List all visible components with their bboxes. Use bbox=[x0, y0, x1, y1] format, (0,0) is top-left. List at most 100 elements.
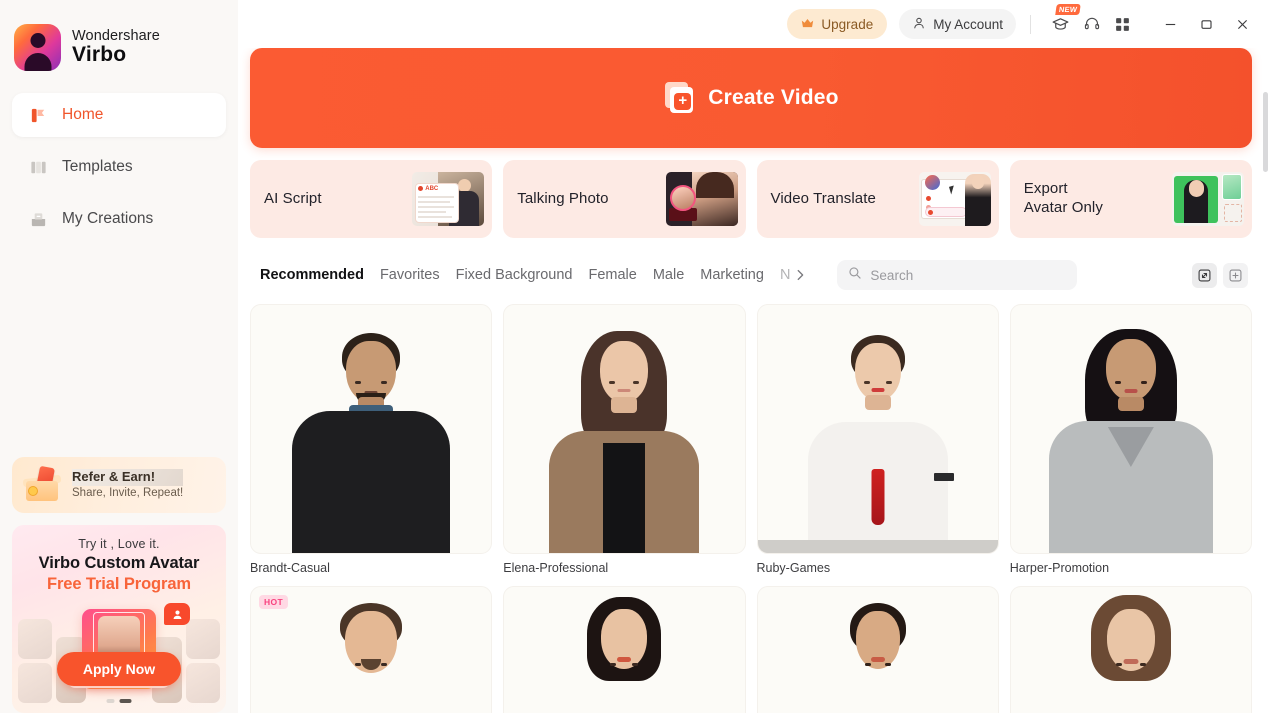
avatar-card-elena-professional[interactable] bbox=[503, 304, 746, 554]
brand-product-name: Virbo bbox=[72, 43, 127, 67]
tab-favorites[interactable]: Favorites bbox=[380, 267, 456, 283]
trial-promo-line1: Try it , Love it. bbox=[78, 537, 160, 551]
avatar-cell bbox=[756, 586, 999, 713]
main-area: Upgrade My Account NEW + Create Video AI… bbox=[238, 0, 1274, 713]
apps-grid-icon[interactable] bbox=[1107, 9, 1138, 40]
crown-icon bbox=[801, 17, 814, 32]
my-account-label: My Account bbox=[933, 16, 1003, 32]
content-scrollbar[interactable] bbox=[1263, 92, 1268, 172]
tab-marketing[interactable]: Marketing bbox=[700, 267, 780, 283]
avatar-figure bbox=[757, 305, 998, 553]
apply-now-button[interactable]: Apply Now bbox=[57, 652, 181, 686]
avatar-cell bbox=[1009, 586, 1252, 713]
talking-photo-thumb bbox=[665, 172, 738, 226]
user-icon bbox=[912, 16, 926, 33]
carousel-dot[interactable] bbox=[106, 699, 115, 703]
avatar-name: Elena-Professional bbox=[503, 561, 609, 575]
search-icon bbox=[848, 266, 862, 285]
maximize-button[interactable] bbox=[1188, 7, 1224, 41]
home-flag-icon bbox=[28, 105, 49, 126]
tab-fixed-background[interactable]: Fixed Background bbox=[456, 267, 589, 283]
avatar-card-ruby-games[interactable] bbox=[756, 304, 999, 554]
feature-card-label: Video Translate bbox=[770, 189, 876, 207]
feature-card-label: Export Avatar Only bbox=[1023, 180, 1103, 216]
upgrade-button-label: Upgrade bbox=[821, 16, 874, 32]
tab-female[interactable]: Female bbox=[588, 267, 652, 283]
feature-card-export-avatar-only[interactable]: Export Avatar Only bbox=[1009, 160, 1252, 238]
refer-and-earn-promo[interactable]: Refer & Earn! Share, Invite, Repeat! bbox=[12, 457, 226, 513]
avatar-cell: Harper-Promotion bbox=[1009, 304, 1252, 575]
avatar-card-row2-4[interactable] bbox=[1009, 586, 1252, 713]
brand-logo-block: Wondershare Virbo bbox=[0, 0, 238, 71]
sidebar-item-label: My Creations bbox=[62, 210, 154, 227]
carousel-dot-active[interactable] bbox=[119, 699, 132, 703]
search-input[interactable] bbox=[870, 267, 1067, 283]
filter-bar: Recommended Favorites Fixed Background F… bbox=[250, 260, 1252, 290]
avatar-figure bbox=[1011, 587, 1251, 713]
sidebar-item-label: Home bbox=[62, 106, 104, 123]
avatar-cell: HOT bbox=[250, 586, 493, 713]
feature-card-label: AI Script bbox=[264, 189, 322, 207]
export-avatar-thumb bbox=[1172, 172, 1244, 226]
feature-cards-row: AI Script ABC Talking Photo Video Transl… bbox=[250, 160, 1252, 238]
avatar-user-badge-icon bbox=[164, 603, 190, 625]
landscape-view-toggle[interactable] bbox=[1223, 262, 1248, 288]
sidebar-nav: Home Templates My Creations bbox=[0, 93, 238, 249]
support-headset-icon[interactable] bbox=[1076, 9, 1107, 40]
avatar-figure bbox=[1011, 305, 1251, 553]
avatar-name: Harper-Promotion bbox=[1009, 561, 1110, 575]
trial-promo-line2: Virbo Custom Avatar bbox=[38, 554, 200, 572]
sidebar-item-templates[interactable]: Templates bbox=[12, 145, 226, 189]
feature-card-ai-script[interactable]: AI Script ABC bbox=[250, 160, 493, 238]
close-button[interactable] bbox=[1224, 7, 1260, 41]
avatar-cell: Ruby-Games bbox=[756, 304, 999, 575]
minimize-button[interactable] bbox=[1152, 7, 1188, 41]
sidebar-item-home[interactable]: Home bbox=[12, 93, 226, 137]
view-mode-toggles bbox=[1192, 262, 1252, 288]
tab-male[interactable]: Male bbox=[653, 267, 700, 283]
trial-promo-line3: Free Trial Program bbox=[46, 575, 191, 593]
avatar-name: Brandt-Casual bbox=[250, 561, 330, 575]
avatar-cell bbox=[503, 586, 746, 713]
avatar-cell: Elena-Professional bbox=[503, 304, 746, 575]
category-tabs: Recommended Favorites Fixed Background F… bbox=[250, 267, 811, 283]
tutorial-graduation-cap-icon[interactable]: NEW bbox=[1045, 3, 1081, 40]
tab-recommended[interactable]: Recommended bbox=[250, 267, 380, 283]
portrait-view-toggle[interactable] bbox=[1192, 262, 1217, 288]
avatar-card-harper-promotion[interactable] bbox=[1009, 304, 1252, 554]
tab-truncated[interactable]: N bbox=[780, 267, 793, 283]
app-window: Wondershare Virbo Home Templates My Crea… bbox=[0, 0, 1274, 713]
tabs-next-chevron-icon[interactable] bbox=[793, 268, 811, 282]
search-box[interactable] bbox=[837, 260, 1078, 290]
feature-card-label: Talking Photo bbox=[517, 189, 609, 207]
avatar-figure bbox=[758, 587, 998, 713]
custom-avatar-trial-promo[interactable]: Try it , Love it. Virbo Custom Avatar Fr… bbox=[12, 525, 226, 713]
create-video-button[interactable]: + Create Video bbox=[250, 48, 1252, 148]
titlebar-divider bbox=[1030, 14, 1031, 34]
sidebar-item-my-creations[interactable]: My Creations bbox=[12, 197, 226, 241]
refer-promo-title: Refer & Earn! bbox=[72, 468, 184, 486]
feature-card-talking-photo[interactable]: Talking Photo bbox=[503, 160, 746, 238]
avatar-figure bbox=[504, 587, 744, 713]
virbo-logo-icon bbox=[14, 24, 61, 71]
avatar-figure bbox=[504, 305, 744, 553]
feature-card-video-translate[interactable]: Video Translate bbox=[756, 160, 999, 238]
content-area: + Create Video AI Script ABC Talking Pho… bbox=[238, 48, 1274, 713]
avatar-name: Ruby-Games bbox=[756, 561, 831, 575]
hot-badge: HOT bbox=[259, 595, 289, 609]
ai-script-thumb: ABC bbox=[412, 172, 485, 226]
avatar-grid: Brandt-Casual Elena-Professional Ruby-Ga… bbox=[250, 304, 1252, 713]
templates-icon bbox=[28, 157, 49, 178]
avatar-cell: Brandt-Casual bbox=[250, 304, 493, 575]
create-video-icon: + bbox=[663, 82, 695, 114]
upgrade-button[interactable]: Upgrade bbox=[787, 9, 888, 39]
avatar-card-row2-3[interactable] bbox=[756, 586, 999, 713]
brand-company-name: Wondershare bbox=[72, 27, 160, 44]
title-bar: Upgrade My Account NEW bbox=[238, 0, 1274, 48]
video-translate-thumb bbox=[918, 172, 991, 226]
avatar-card-row2-2[interactable] bbox=[503, 586, 746, 713]
promo-carousel-dots bbox=[106, 699, 132, 703]
avatar-card-row2-1[interactable]: HOT bbox=[250, 586, 493, 713]
my-account-button[interactable]: My Account bbox=[899, 9, 1016, 39]
avatar-card-brandt-casual[interactable] bbox=[250, 304, 493, 554]
